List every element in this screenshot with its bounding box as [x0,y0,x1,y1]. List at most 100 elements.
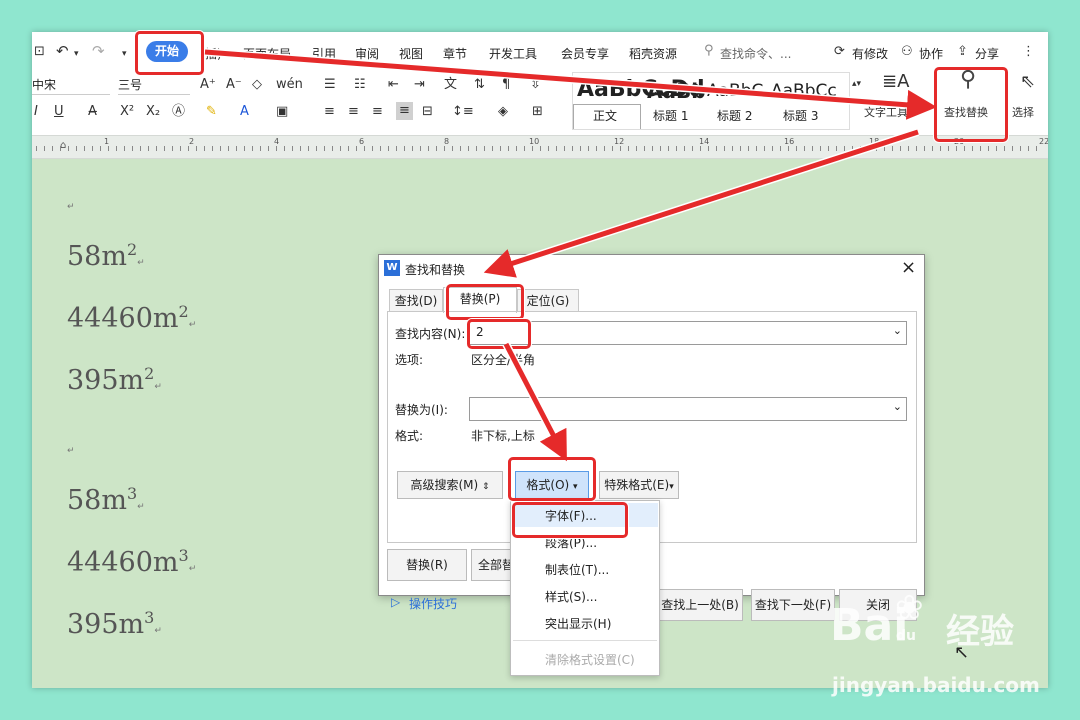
find-next-button[interactable]: 查找下一处(F) [751,589,835,621]
share-button[interactable]: 分享 [975,45,999,62]
sort-icon[interactable]: ⇅ [474,77,485,93]
font-name-select[interactable]: 中宋 [32,76,110,95]
justify-icon[interactable]: ≡ [396,102,413,120]
tab-find[interactable]: 查找(D) [389,289,443,312]
quick-access-dropdown-icon[interactable]: ▾ [122,46,127,62]
doc-line[interactable]: 395m2↵ [67,364,162,396]
tab-start[interactable]: 开始 [146,41,188,62]
ruler-tick [44,146,45,151]
text-direction-icon[interactable]: ⇳ [530,77,541,93]
ruler-tick [300,146,301,151]
bullets-icon[interactable]: ☰ [324,77,336,93]
style-label-h3[interactable]: 标题 3 [783,107,818,124]
menu-item-style[interactable]: 样式(S)... [545,588,597,605]
distribute-icon[interactable]: ⊟ [422,104,433,120]
format-button[interactable]: 格式(O) ▾ [515,471,589,499]
doc-line[interactable]: 44460m2↵ [67,302,196,334]
undo-icon[interactable]: ↶ [56,43,69,59]
style-label-h1[interactable]: 标题 1 [653,107,688,124]
tab-insert-partial[interactable]: 插) [205,45,222,62]
text-tools-button[interactable]: 文字工具 [864,104,908,120]
tab-member[interactable]: 会员专享 [561,45,609,62]
style-label-h2[interactable]: 标题 2 [717,107,752,124]
replace-input[interactable]: ⌄ [469,397,907,421]
show-marks-icon[interactable]: ¶ [502,77,510,93]
doc-line[interactable]: 44460m3↵ [67,546,196,578]
underline-icon[interactable]: U [54,104,64,120]
find-replace-button[interactable]: 查找替换 [944,104,988,120]
doc-line[interactable]: 58m3↵ [67,484,145,516]
modified-status[interactable]: 有修改 [852,45,888,62]
tab-replace[interactable]: 替换(P) [443,287,517,313]
char-shading-icon[interactable]: ▣ [276,104,288,120]
shrink-font-icon[interactable]: A⁻ [226,77,242,93]
subscript-icon[interactable]: X₂ [146,104,160,120]
ruler-tick [292,146,293,151]
style-label-body[interactable]: 正文 [593,107,617,124]
special-format-button[interactable]: 特殊格式(E)▾ [599,471,679,499]
tab-view[interactable]: 视图 [399,45,423,62]
font-color-icon[interactable]: A [240,104,249,120]
undo-dropdown-icon[interactable]: ▾ [74,46,79,62]
select-button[interactable]: 选择 [1012,104,1034,120]
borders-icon[interactable]: ⊞ [532,104,543,120]
font-size-select[interactable]: 三号 [118,76,190,95]
numbering-icon[interactable]: ☷ [354,77,366,93]
tab-references[interactable]: 引用 [312,45,336,62]
close-button[interactable]: 关闭 [839,589,917,621]
menu-item-highlight[interactable]: 突出显示(H) [545,615,611,632]
doc-line[interactable]: 58m2↵ [67,240,145,272]
tab-developer[interactable]: 开发工具 [489,45,537,62]
menu-item-tabs[interactable]: 制表位(T)... [545,561,609,578]
ruler-tick [988,146,989,151]
style-gallery[interactable]: AaBbCcDd AaBb AaBbC AaBbCc 正文 标题 1 标题 2 … [572,72,850,130]
more-icon[interactable]: ⋮ [1022,44,1035,60]
tab-docer[interactable]: 稻壳资源 [629,45,677,62]
menu-item-paragraph[interactable]: 段落(P)... [545,534,597,551]
preview-icon[interactable]: ⊡ [34,44,45,60]
decrease-indent-icon[interactable]: ⇤ [388,77,399,93]
dialog-close-icon[interactable]: × [901,257,916,278]
chinese-layout-icon[interactable]: 文 [444,77,457,93]
ruler-tick [388,146,389,151]
superscript-icon[interactable]: X² [120,104,134,120]
tab-review[interactable]: 审阅 [355,45,379,62]
italic-icon[interactable]: I [34,104,38,120]
text-tools-icon: ≣A [882,71,910,92]
align-left-icon[interactable]: ≡ [324,104,335,120]
horizontal-ruler[interactable]: ⌂ 1 2 4 6 8 10 12 14 16 18 20 22 [32,135,1048,159]
ruler-tick [1004,146,1005,151]
ruler-tick [332,146,333,151]
ruler-tick [236,146,237,151]
highlight-icon[interactable]: ✎ [206,104,217,120]
advanced-search-button[interactable]: 高级搜索(M) ⇕ [397,471,503,499]
tab-chapter[interactable]: 章节 [443,45,467,62]
line-spacing-icon[interactable]: ↕≡ [452,104,474,120]
replace-button[interactable]: 替换(R) [387,549,467,581]
ruler-tick [692,146,693,151]
align-right-icon[interactable]: ≡ [372,104,383,120]
tips-icon: ▷ [391,595,401,609]
ruler-tick [716,146,717,151]
clear-format-icon[interactable]: ◇ [252,77,262,93]
redo-icon[interactable]: ↷ [92,43,105,59]
select-cursor-icon: ⇖ [1020,71,1036,92]
tab-goto[interactable]: 定位(G) [517,289,579,312]
grow-font-icon[interactable]: A⁺ [200,77,216,93]
align-center-icon[interactable]: ≡ [348,104,359,120]
tips-link[interactable]: 操作技巧 [409,595,457,612]
gallery-scroll-icon[interactable]: ▴▾ [852,76,861,92]
find-previous-button[interactable]: 查找上一处(B) [657,589,743,621]
collab-button[interactable]: 协作 [919,45,943,62]
doc-line[interactable]: 395m3↵ [67,608,162,640]
phonetic-icon[interactable]: wén [276,77,303,93]
tab-page-layout[interactable]: 页面布局 [243,45,291,62]
increase-indent-icon[interactable]: ⇥ [414,77,425,93]
find-input[interactable]: 2 ⌄ [469,321,907,345]
menu-item-font[interactable]: 字体(F)... [545,507,597,524]
shading-icon[interactable]: ◈ [498,104,508,120]
command-search[interactable]: 查找命令、... [720,45,791,62]
strikethrough-icon[interactable]: A̶ [88,104,97,120]
char-border-icon[interactable]: Ⓐ [172,104,185,120]
ruler-tick [756,146,757,151]
